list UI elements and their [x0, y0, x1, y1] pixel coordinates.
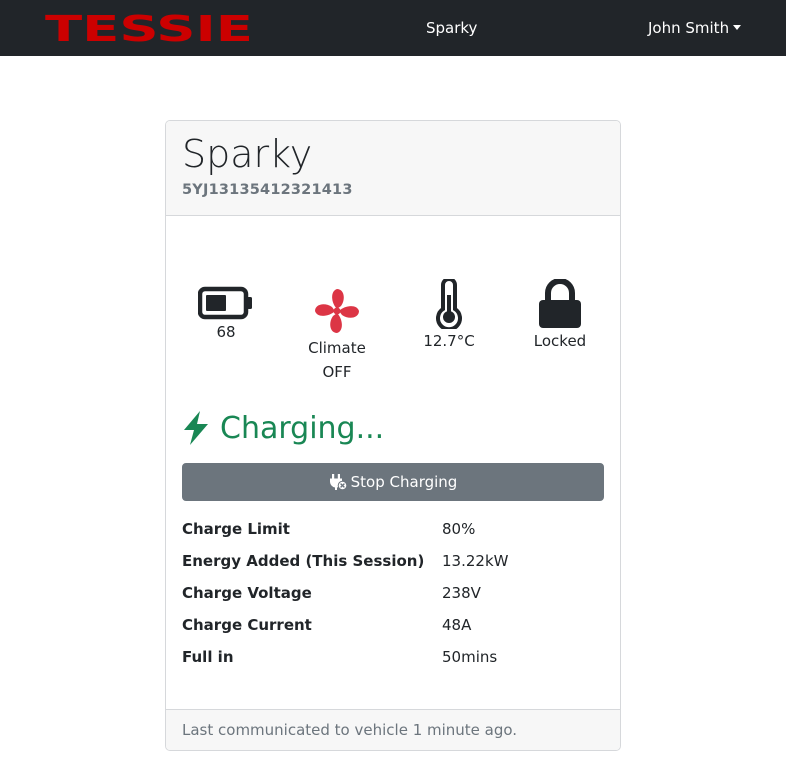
battery-level: 68 [216, 323, 236, 341]
stop-charging-button[interactable]: Stop Charging [182, 463, 604, 501]
detail-label: Energy Added (This Session) [182, 552, 425, 570]
battery-status: 68 [183, 286, 269, 344]
fan-icon [315, 289, 359, 333]
user-menu[interactable]: John Smith [648, 18, 742, 38]
detail-row: Charge Voltage 238V [182, 581, 604, 613]
detail-row: Charge Current 48A [182, 613, 604, 645]
charging-details: Charge Limit 80% Energy Added (This Sess… [182, 517, 604, 677]
detail-label: Full in [182, 648, 234, 666]
detail-label: Charge Voltage [182, 584, 312, 602]
nav-vehicle-link[interactable]: Sparky [426, 18, 477, 38]
lock-status[interactable]: Locked [517, 279, 603, 353]
chevron-down-icon [733, 25, 742, 30]
battery-icon [198, 286, 252, 320]
last-communicated-text: Last communicated to vehicle 1 minute ag… [182, 721, 518, 739]
card-header: Sparky 5YJ13135412321413 [166, 121, 620, 216]
vehicle-vin: 5YJ13135412321413 [182, 182, 353, 198]
detail-value: 13.22kW [442, 552, 509, 570]
detail-value: 238V [442, 584, 481, 602]
climate-label: Climate [308, 339, 366, 357]
card-footer: Last communicated to vehicle 1 minute ag… [166, 709, 620, 750]
lock-icon [539, 279, 581, 328]
lock-state: Locked [533, 332, 587, 350]
vehicle-name: Sparky [182, 132, 313, 176]
plug-cancel-icon [329, 474, 347, 491]
detail-label: Charge Limit [182, 520, 290, 538]
brand-logo[interactable]: TESSIE [44, 12, 254, 44]
navbar: TESSIE Sparky John Smith [0, 0, 786, 56]
svg-text:TESSIE: TESSIE [45, 12, 253, 44]
thermometer-icon [436, 279, 462, 329]
detail-row: Full in 50mins [182, 645, 604, 677]
detail-label: Charge Current [182, 616, 312, 634]
detail-value: 50mins [442, 648, 498, 666]
vehicle-card: Sparky 5YJ13135412321413 68 Climate OFF [165, 120, 621, 751]
charging-status-text: Charging... [220, 411, 385, 446]
lightning-bolt-icon [184, 411, 208, 445]
user-name: John Smith [648, 19, 730, 37]
detail-row: Charge Limit 80% [182, 517, 604, 549]
climate-status[interactable]: Climate OFF [294, 286, 380, 384]
detail-value: 80% [442, 520, 476, 538]
detail-value: 48A [442, 616, 472, 634]
detail-row: Energy Added (This Session) 13.22kW [182, 549, 604, 581]
temperature-status: 12.7°C [406, 279, 492, 353]
temperature-value: 12.7°C [423, 332, 475, 350]
climate-state: OFF [322, 363, 352, 381]
stop-charging-label: Stop Charging [350, 473, 458, 491]
